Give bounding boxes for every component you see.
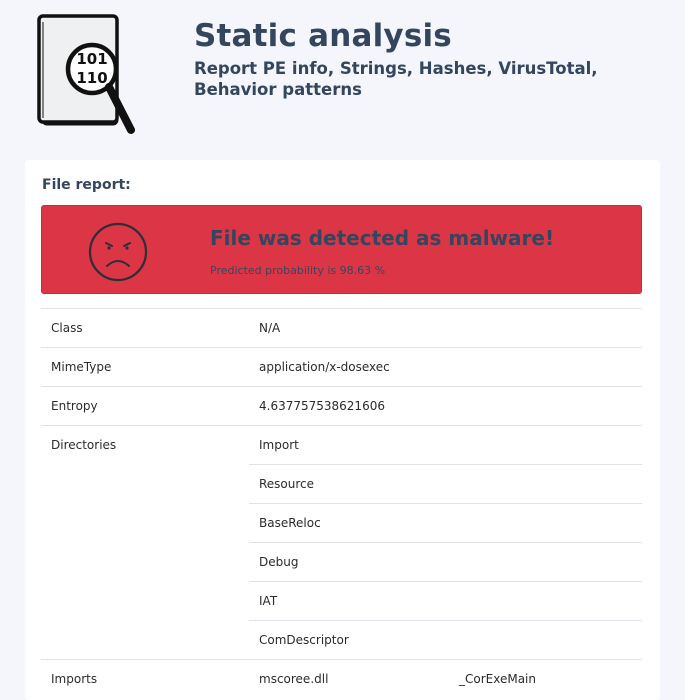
table-row: Imports mscoree.dll _CorExeMain xyxy=(41,659,642,698)
table-row: Entropy 4.637757538621606 xyxy=(41,386,642,426)
directory-item: Resource xyxy=(249,464,642,504)
page-subtitle: Report PE info, Strings, Hashes, VirusTo… xyxy=(194,59,598,99)
row-value: 4.637757538621606 xyxy=(249,386,642,426)
table-row: MimeType application/x-dosexec xyxy=(41,347,642,387)
row-key: Class xyxy=(41,308,249,348)
card-title: File report: xyxy=(42,177,131,193)
row-key: Directories xyxy=(41,425,249,660)
table-row: Directories Import xyxy=(41,425,642,660)
malware-alert: File was detected as malware! Predicted … xyxy=(41,205,642,294)
directory-item: ComDescriptor xyxy=(249,620,642,660)
logo-text-bottom: 110 xyxy=(76,69,107,87)
alert-title: File was detected as malware! xyxy=(210,226,555,250)
row-key: Imports xyxy=(41,659,249,698)
directory-item: IAT xyxy=(249,581,642,621)
table-row: Class N/A xyxy=(41,308,642,348)
file-report-card: File report: File was detected as malwar… xyxy=(25,160,660,700)
logo-text-top: 101 xyxy=(76,50,107,68)
probability-text: Predicted probability is 98.63 % xyxy=(210,264,386,277)
binary-magnifier-logo-icon: 101 110 xyxy=(37,14,135,134)
row-key: MimeType xyxy=(41,347,249,387)
directory-item: Import xyxy=(249,425,642,465)
row-key: Entropy xyxy=(41,386,249,426)
row-value: application/x-dosexec xyxy=(249,347,642,387)
row-value: N/A xyxy=(249,308,642,348)
page-title: Static analysis xyxy=(194,18,452,54)
report-table: Class N/A MimeType application/x-dosexec… xyxy=(41,308,642,698)
directory-item: BaseReloc xyxy=(249,503,642,543)
sad-face-icon xyxy=(88,222,148,282)
page-header: 101 110 Static analysis Report PE info, … xyxy=(0,0,685,150)
directory-item: Debug xyxy=(249,542,642,582)
import-dll: mscoree.dll xyxy=(249,659,449,698)
import-function: _CorExeMain xyxy=(449,659,642,698)
